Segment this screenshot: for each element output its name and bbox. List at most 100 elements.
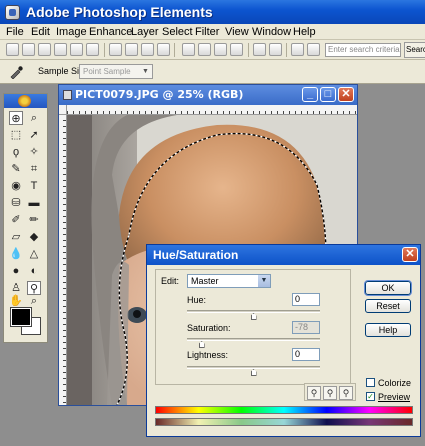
eyedropper-minus-icon[interactable]: ⚲ (339, 386, 353, 400)
lightness-label: Lightness: (187, 350, 229, 360)
marquee-tool-icon[interactable]: ⬚ (9, 128, 23, 142)
paint-bucket-tool-icon[interactable]: ⛁ (9, 196, 23, 210)
menu-image[interactable]: Image (56, 26, 87, 38)
menu-help[interactable]: Help (293, 26, 316, 38)
sharpen-tool-icon[interactable]: △ (27, 247, 41, 261)
sample-size-value: Point Sample (83, 67, 131, 76)
clone-stamp-tool-icon[interactable]: ♙ (9, 281, 23, 295)
blur-tool-icon[interactable]: 💧 (9, 247, 23, 261)
search-button[interactable]: Search (404, 42, 425, 58)
sponge-tool-icon[interactable]: ● (9, 264, 23, 278)
horizontal-ruler (67, 105, 357, 115)
chevron-down-icon: ▼ (142, 68, 149, 75)
chevron-down-icon: ▼ (258, 275, 270, 287)
dodge-tool-icon[interactable]: ◐ (27, 264, 41, 278)
import-icon[interactable] (38, 43, 51, 56)
hue-slider[interactable] (187, 310, 320, 320)
ok-button[interactable]: OK (364, 280, 412, 296)
close-icon[interactable]: ✕ (338, 87, 354, 102)
sunflower-logo-icon (18, 95, 31, 107)
zoom-tool-icon[interactable]: ⌕ (27, 111, 41, 125)
ruler-corner (59, 105, 67, 115)
menu-view[interactable]: View (225, 26, 249, 38)
dialog-close-icon[interactable]: ✕ (402, 247, 418, 262)
toolbox-header[interactable] (4, 94, 47, 108)
eyedropper-tool-icon[interactable]: ⚲ (27, 281, 41, 295)
menu-edit[interactable]: Edit (31, 26, 50, 38)
saturation-slider[interactable] (187, 338, 320, 348)
sample-size-select[interactable]: Point Sample ▼ (79, 64, 153, 79)
shape-tool-icon[interactable]: ◆ (27, 230, 41, 244)
print-online-icon[interactable] (214, 43, 227, 56)
maximize-icon[interactable]: □ (320, 87, 336, 102)
edit-channel-value: Master (191, 276, 219, 286)
zoom-small-tool-icon[interactable]: ⌕ (27, 294, 41, 308)
open-icon[interactable] (22, 43, 35, 56)
palette-icon[interactable] (307, 43, 320, 56)
eyedropper-icon[interactable]: ⚲ (307, 386, 321, 400)
hand-tool-icon[interactable]: ✋ (9, 294, 23, 308)
menu-file[interactable]: File (6, 26, 24, 38)
document-title: PICT0079.JPG @ 25% (RGB) (75, 88, 244, 101)
app-title: Adobe Photoshop Elements (26, 4, 213, 20)
photo-share-icon[interactable] (198, 43, 211, 56)
red-eye-tool-icon[interactable]: ◉ (9, 179, 23, 193)
quick-fix-icon[interactable] (291, 43, 304, 56)
hue-input[interactable]: 0 (292, 293, 320, 306)
dialog-titlebar[interactable]: Hue/Saturation ✕ (147, 245, 420, 265)
browse-icon[interactable] (54, 43, 67, 56)
magic-wand-tool-icon[interactable]: ✧ (27, 145, 41, 159)
arrow-tool-icon[interactable]: ➚ (27, 128, 41, 142)
step-backward-icon[interactable] (253, 43, 266, 56)
search-input[interactable]: Enter search criteria (325, 43, 401, 57)
menu-window[interactable]: Window (252, 26, 291, 38)
save-web-icon[interactable] (125, 43, 138, 56)
eyedropper-icon (10, 66, 23, 79)
lightness-input[interactable]: 0 (292, 348, 320, 361)
lightness-slider[interactable] (187, 366, 320, 376)
document-titlebar[interactable]: PICT0079.JPG @ 25% (RGB) _ □ ✕ (59, 85, 357, 105)
eyedropper-plus-icon[interactable]: ⚲ (323, 386, 337, 400)
attach-email-icon[interactable] (157, 43, 170, 56)
menu-select[interactable]: Select (162, 26, 193, 38)
crop-tool-icon[interactable]: ⌗ (27, 162, 41, 176)
foreground-color-swatch[interactable] (10, 307, 32, 327)
brush-tool-icon[interactable]: ✐ (9, 213, 23, 227)
hue-label: Hue: (187, 295, 207, 305)
online-services-icon[interactable] (182, 43, 195, 56)
input-spectrum-bar (155, 406, 413, 414)
new-icon[interactable] (6, 43, 19, 56)
create-icon[interactable] (70, 43, 83, 56)
eraser-tool-icon[interactable]: ▱ (9, 230, 23, 244)
output-spectrum-bar (155, 418, 413, 426)
print-icon[interactable] (141, 43, 154, 56)
selection-brush-tool-icon[interactable]: ✎ (9, 162, 23, 176)
minimize-icon[interactable]: _ (302, 87, 318, 102)
pencil-tool-icon[interactable]: ✏ (27, 213, 41, 227)
photoshop-elements-window: Adobe Photoshop Elements File Edit Image… (0, 0, 425, 446)
menu-layer[interactable]: Layer (131, 26, 159, 38)
move-tool-icon[interactable]: ⊕ (9, 111, 23, 125)
menu-enhance[interactable]: Enhance (89, 26, 132, 38)
eyedropper-group: ⚲ ⚲ ⚲ (304, 383, 356, 401)
save-icon[interactable] (109, 43, 122, 56)
dialog-title: Hue/Saturation (153, 248, 239, 262)
app-icon (5, 5, 20, 20)
saturation-input[interactable]: -78 (292, 321, 320, 334)
gradient-tool-icon[interactable]: ▬ (27, 196, 41, 210)
menu-filter[interactable]: Filter (195, 26, 219, 38)
order-prints-icon[interactable] (230, 43, 243, 56)
type-tool-icon[interactable]: T (27, 179, 41, 193)
edit-channel-select[interactable]: Master ▼ (187, 274, 271, 288)
help-button[interactable]: Help (365, 323, 411, 337)
toolbar-divider (248, 43, 249, 57)
reset-button[interactable]: Reset (365, 299, 411, 313)
app-titlebar: Adobe Photoshop Elements (0, 0, 425, 24)
colorize-checkbox[interactable] (366, 378, 375, 387)
toolbar-divider (104, 43, 105, 57)
options-bar: Sample Size: Point Sample ▼ (0, 60, 425, 84)
step-forward-icon[interactable] (269, 43, 282, 56)
print-preview-icon[interactable] (86, 43, 99, 56)
preview-checkbox[interactable]: ✓ (366, 392, 375, 401)
lasso-tool-icon[interactable]: ϙ (9, 145, 23, 159)
